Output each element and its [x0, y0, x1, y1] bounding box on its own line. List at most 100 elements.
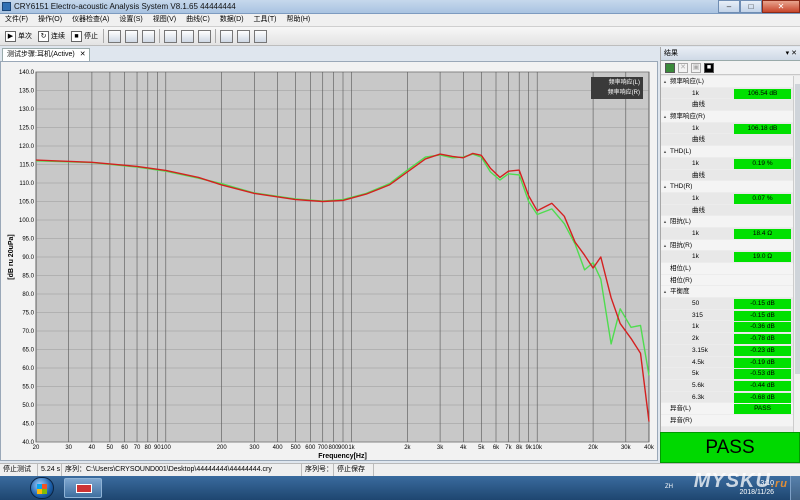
minimize-button[interactable]: –	[718, 0, 740, 13]
menu-curve[interactable]: 曲线(C)	[181, 14, 215, 26]
status-bar: 停止测试 5.24 s 序列：C:\Users\CRYSOUND001\Desk…	[0, 463, 800, 476]
result-group[interactable]: THD(L)	[661, 146, 793, 158]
tab-test-step[interactable]: 测试步骤:耳机(Active) ✕	[2, 48, 90, 61]
result-item[interactable]: 1k 0.07 %	[661, 193, 793, 205]
menu-settings[interactable]: 设置(S)	[114, 14, 147, 26]
result-key: 1k	[692, 124, 699, 132]
single-run-button[interactable]: ▶ 单次	[2, 29, 35, 44]
close-button[interactable]: ✕	[762, 0, 800, 13]
result-item[interactable]: 曲线	[661, 205, 793, 217]
result-key: 6.3k	[692, 393, 705, 401]
stop-button[interactable]: ■ 停止	[68, 29, 101, 44]
menu-view[interactable]: 视图(V)	[148, 14, 181, 26]
result-item[interactable]: 2k -0.78 dB	[661, 333, 793, 345]
x-tick-label: 30	[65, 445, 72, 451]
frequency-response-chart: 140.0 135.0 130.0 125.0 120.0 115.0 110.0 105.0…	[0, 61, 658, 461]
y-tick-label: 75.0	[22, 311, 34, 317]
edit-sequence-icon[interactable]	[125, 29, 138, 43]
result-key: 1k	[692, 194, 699, 202]
scrollbar-thumb[interactable]	[795, 84, 800, 374]
continuous-run-button[interactable]: ↻ 连续	[35, 29, 68, 44]
result-item[interactable]: 1k 18.4 Ω	[661, 228, 793, 240]
result-group[interactable]: 频率响应(L)	[661, 76, 793, 88]
result-item[interactable]: 1k 106.18 dB	[661, 123, 793, 135]
result-item[interactable]: 1k 106.54 dB	[661, 88, 793, 100]
watermark-suffix: .ru	[770, 478, 788, 490]
menu-operation[interactable]: 操作(O)	[33, 14, 67, 26]
maximize-button[interactable]: □	[740, 0, 762, 13]
result-item[interactable]: 4.5k -0.19 dB	[661, 357, 793, 369]
menu-data[interactable]: 数据(D)	[215, 14, 249, 26]
result-item[interactable]: 3.15k -0.23 dB	[661, 345, 793, 357]
menu-tools[interactable]: 工具(T)	[249, 14, 282, 26]
result-group[interactable]: 频率响应(R)	[661, 111, 793, 123]
taskbar: ZH 3:10 2018/11/26	[0, 476, 800, 500]
report-icon[interactable]	[237, 29, 250, 43]
result-key: 5.6k	[692, 381, 705, 389]
result-item[interactable]: 1k -0.36 dB	[661, 321, 793, 334]
start-button[interactable]	[30, 477, 54, 499]
grid-icon[interactable]	[254, 29, 267, 43]
result-group-label: 平衡度	[670, 288, 690, 296]
result-key: 曲线	[692, 101, 705, 109]
watermark: MYSKU.ru	[694, 470, 788, 493]
result-group[interactable]: 异音(L) PASS	[661, 403, 793, 415]
save-icon[interactable]	[181, 29, 194, 43]
result-item[interactable]: 50 -0.15 dB	[661, 298, 793, 310]
menu-bar: 文件(F) 操作(O) 仪器检查(A) 设置(S) 视图(V) 曲线(C) 数据…	[0, 14, 800, 27]
result-item[interactable]: 315 -0.15 dB	[661, 310, 793, 322]
open-folder-icon[interactable]	[164, 29, 177, 43]
results-scrollbar[interactable]	[793, 76, 800, 461]
new-sequence-icon[interactable]	[108, 29, 121, 43]
result-group[interactable]: 平衡度	[661, 286, 793, 299]
result-group[interactable]: 相位(L)	[661, 263, 793, 275]
remove-icon[interactable]: ✕	[678, 62, 688, 73]
result-group[interactable]: 阻抗(L)	[661, 216, 793, 228]
result-value: -0.44 dB	[734, 380, 791, 391]
result-value: -0.36 dB	[734, 322, 791, 333]
show-desktop-button[interactable]	[790, 476, 800, 500]
x-tick-label: 700	[318, 445, 329, 451]
result-item[interactable]: 曲线	[661, 134, 793, 147]
loop-icon: ↻	[38, 30, 49, 42]
result-group[interactable]: 相位(R)	[661, 274, 793, 287]
expand-icon[interactable]: ▣	[691, 62, 701, 73]
x-tick-label: 70	[134, 445, 141, 451]
result-item[interactable]: 5.6k -0.44 dB	[661, 380, 793, 392]
result-group-label: 相位(L)	[670, 265, 691, 272]
x-tick-label: 300	[249, 445, 260, 451]
result-item[interactable]: 5k -0.53 dB	[661, 368, 793, 380]
result-group-label: 异音(L)	[670, 405, 691, 413]
result-item[interactable]: 6.3k -0.68 dB	[661, 392, 793, 404]
panel-pin-icon[interactable]: ▾ ✕	[786, 47, 797, 60]
y-tick-label: 135.0	[19, 89, 35, 95]
chart-icon[interactable]	[142, 29, 155, 43]
result-value: -0.15 dB	[734, 310, 791, 321]
tab-close-icon[interactable]: ✕	[80, 49, 86, 61]
y-tick-label: 110.0	[19, 181, 34, 187]
result-group[interactable]: 阻抗(R)	[661, 239, 793, 252]
layout-icon[interactable]	[220, 29, 233, 43]
result-key: 曲线	[692, 136, 705, 144]
result-item[interactable]: 曲线	[661, 170, 793, 182]
y-tick-label: 55.0	[22, 385, 34, 391]
x-tick-label: 400	[273, 445, 284, 451]
result-group-label: 阻抗(R)	[670, 241, 693, 249]
menu-help[interactable]: 帮助(H)	[281, 14, 315, 26]
result-item[interactable]: 1k 19.0 Ω	[661, 251, 793, 263]
collapse-icon[interactable]: ■	[704, 62, 714, 73]
language-indicator[interactable]: ZH	[665, 484, 673, 490]
x-tick-label: 40	[89, 445, 96, 451]
menu-instrument[interactable]: 仪器检查(A)	[67, 14, 114, 26]
x-tick-label: 100	[161, 445, 172, 451]
result-group[interactable]: 异音(R)	[661, 414, 793, 427]
x-tick-label: 4k	[460, 445, 467, 451]
result-item[interactable]: 1k 0.19 %	[661, 158, 793, 170]
menu-file[interactable]: 文件(F)	[0, 14, 33, 26]
grid-toggle-icon[interactable]	[665, 62, 675, 73]
taskbar-app-button[interactable]	[64, 478, 102, 498]
result-group[interactable]: THD(R)	[661, 181, 793, 193]
stop-icon: ■	[71, 30, 82, 42]
export-icon[interactable]	[198, 29, 211, 43]
result-item[interactable]: 曲线	[661, 99, 793, 112]
